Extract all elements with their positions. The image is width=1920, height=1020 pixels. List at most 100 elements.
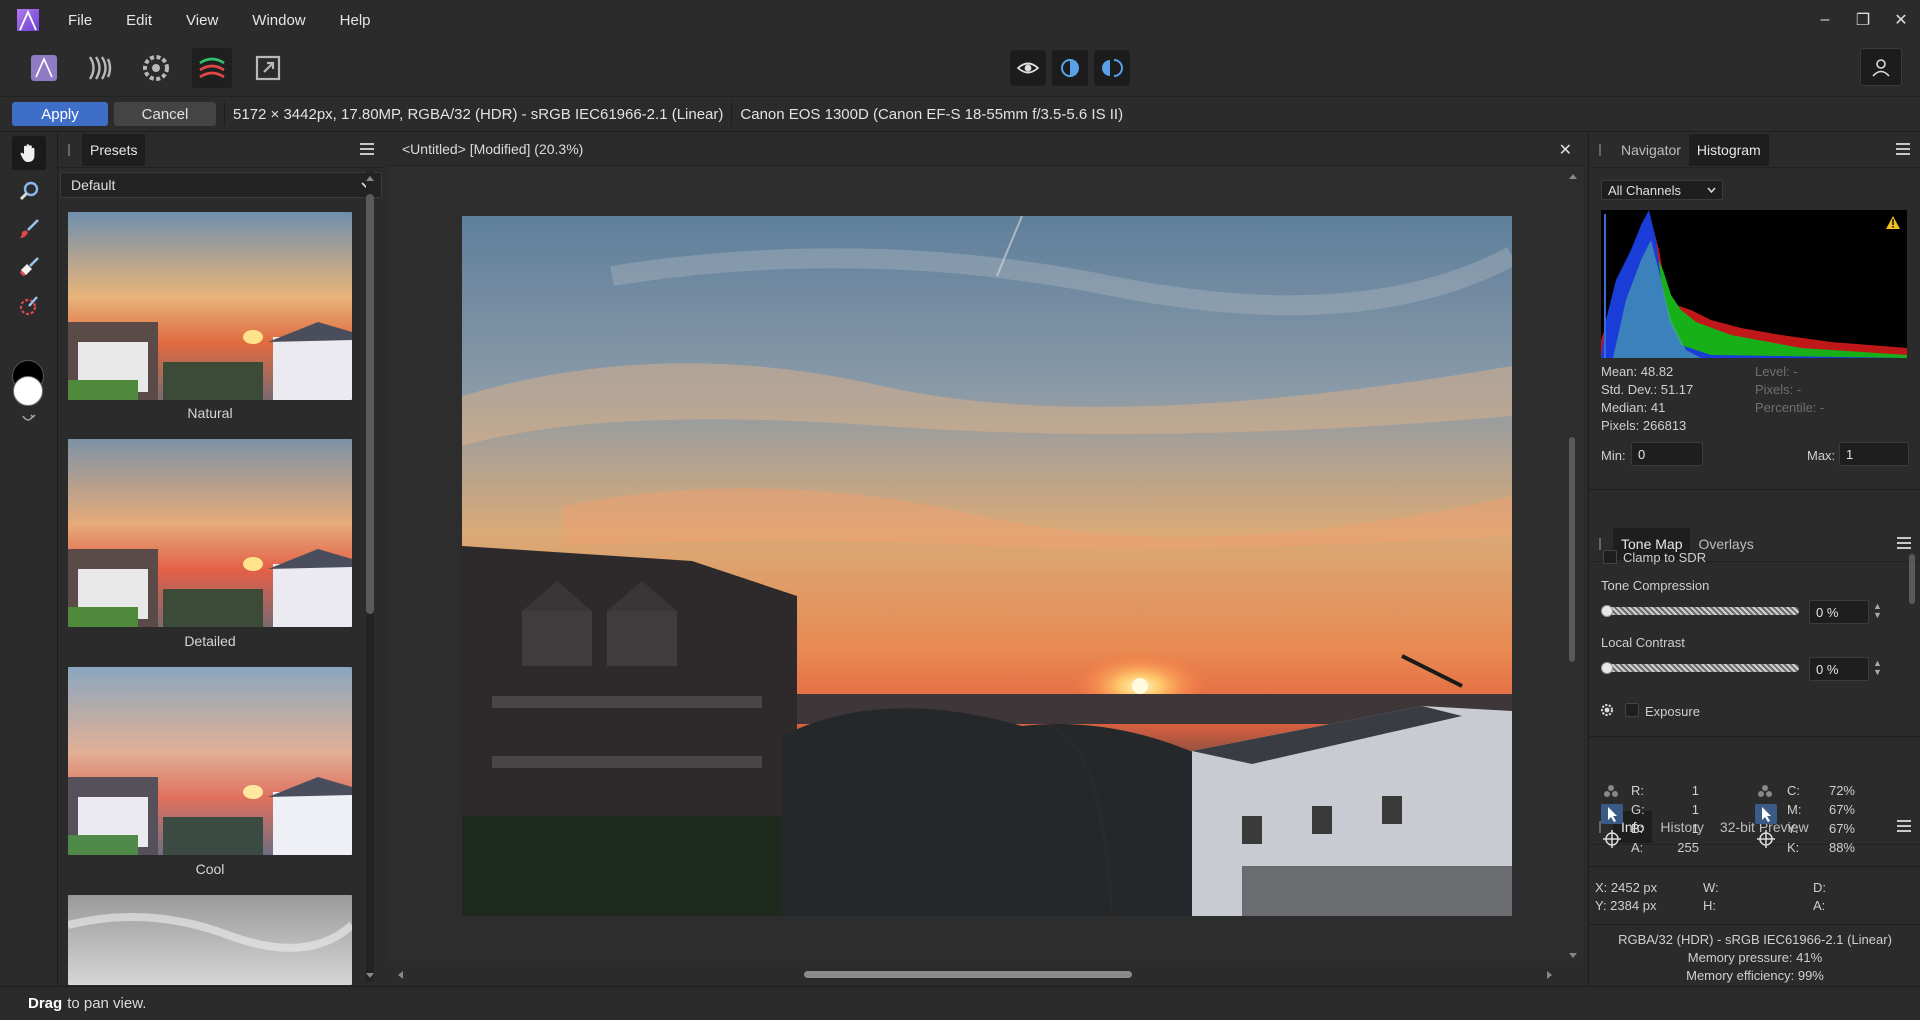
scrollbar-thumb[interactable] [1569, 437, 1575, 662]
paint-brush-tool[interactable] [12, 212, 46, 246]
scroll-down-icon[interactable] [365, 972, 375, 980]
split-view-button[interactable] [1052, 50, 1088, 86]
menu-file[interactable]: File [68, 12, 92, 29]
local-contrast-field[interactable]: 0 % [1809, 657, 1869, 681]
local-contrast-value: 0 % [1816, 661, 1839, 677]
panel-menu-icon[interactable] [360, 143, 374, 155]
menu-view[interactable]: View [186, 12, 218, 29]
max-field[interactable]: 1 [1839, 442, 1909, 466]
stepper-icon[interactable]: ▲ ▼ [1873, 659, 1882, 677]
panel-divider [1589, 489, 1920, 490]
preview-button[interactable] [1010, 50, 1046, 86]
scroll-up-icon[interactable] [1568, 172, 1578, 180]
pos-a: A: [1813, 898, 1826, 913]
cancel-button[interactable]: Cancel [114, 102, 216, 126]
tone-mapping-persona-icon [199, 57, 225, 79]
restore-button[interactable]: ❐ [1844, 0, 1882, 40]
affinity-photo-logo[interactable] [14, 6, 42, 34]
tab-presets[interactable]: Presets [82, 133, 146, 166]
panel-menu-icon[interactable] [1897, 820, 1911, 832]
selection-brush-tool[interactable] [12, 288, 46, 322]
memory-efficiency: Memory efficiency: 99% [1686, 968, 1824, 983]
color-mode-icon[interactable] [1603, 784, 1619, 798]
stat-level: Level: - [1755, 364, 1798, 379]
zoom-tool[interactable] [12, 174, 46, 208]
document-tab[interactable]: <Untitled> [Modified] (20.3%) ✕ [386, 132, 1584, 166]
crosshair-icon[interactable] [1757, 830, 1775, 848]
primary-color-swatch[interactable] [13, 376, 43, 406]
scroll-right-icon[interactable] [1546, 970, 1554, 980]
account-button[interactable] [1860, 48, 1902, 86]
preset-category-value: Default [71, 177, 116, 193]
menu-help[interactable]: Help [340, 12, 371, 29]
preset-thumbnail-detailed[interactable] [68, 439, 352, 627]
histogram-tabbar: Navigator Histogram [1589, 132, 1920, 168]
menu-window[interactable]: Window [252, 12, 305, 29]
export-persona-button[interactable] [248, 48, 288, 88]
menu-edit[interactable]: Edit [126, 12, 152, 29]
presets-scrollbar[interactable] [366, 172, 374, 982]
scroll-down-icon[interactable] [1568, 952, 1578, 960]
photo-canvas[interactable] [462, 216, 1512, 916]
histogram [1601, 210, 1907, 358]
swap-colors-icon[interactable] [20, 412, 36, 424]
tab-navigator[interactable]: Navigator [1613, 134, 1689, 166]
local-contrast-slider[interactable] [1607, 664, 1799, 672]
channel-dropdown[interactable]: All Channels [1601, 180, 1723, 200]
window-controls: – ❐ ✕ [1806, 0, 1920, 40]
camera-info: Canon EOS 1300D (Canon EF-S 18-55mm f/3.… [740, 105, 1124, 123]
document-vertical-scrollbar[interactable] [1568, 172, 1576, 952]
k-label: K: [1787, 840, 1800, 855]
preset-thumbnail-cool[interactable] [68, 667, 352, 855]
separator [731, 102, 733, 126]
channel-value: All Channels [1608, 183, 1681, 198]
close-window-button[interactable]: ✕ [1882, 0, 1920, 40]
crosshair-icon[interactable] [1603, 830, 1621, 848]
photo-persona-button[interactable] [24, 48, 64, 88]
scroll-up-icon[interactable] [365, 174, 375, 182]
tone-mapping-persona-button[interactable] [192, 48, 232, 88]
status-hint-bold: Drag [28, 995, 63, 1012]
tone-compression-field[interactable]: 0 % [1809, 600, 1869, 624]
tone-compression-slider[interactable] [1607, 607, 1799, 615]
liquify-persona-icon [88, 56, 112, 80]
scroll-left-icon[interactable] [396, 970, 404, 980]
pos-y: Y: 2384 px [1595, 898, 1657, 913]
mirror-view-button[interactable] [1094, 50, 1130, 86]
tab-histogram[interactable]: Histogram [1688, 133, 1769, 166]
preset-image [68, 895, 352, 985]
exposure-gear-icon[interactable] [1599, 702, 1615, 718]
apply-button[interactable]: Apply [12, 102, 108, 126]
liquify-persona-button[interactable] [80, 48, 120, 88]
close-document-icon[interactable]: ✕ [1559, 140, 1572, 160]
panel-grip[interactable] [1599, 143, 1601, 156]
erase-brush-tool[interactable] [12, 250, 46, 284]
preset-thumbnail[interactable] [68, 895, 352, 985]
preset-thumbnail-natural[interactable] [68, 212, 352, 400]
color-mode-icon[interactable] [1757, 784, 1773, 798]
tonemap-scrollbar[interactable] [1909, 532, 1915, 712]
panel-grip[interactable] [68, 143, 70, 156]
clamp-to-sdr-checkbox[interactable] [1603, 550, 1617, 564]
panel-divider [1589, 924, 1920, 925]
scrollbar-thumb[interactable] [366, 194, 374, 614]
minimize-button[interactable]: – [1806, 0, 1844, 40]
scrollbar-thumb[interactable] [804, 971, 1132, 978]
panel-menu-icon[interactable] [1896, 143, 1910, 155]
histogram-graph[interactable] [1601, 210, 1907, 358]
pointer-source-button[interactable] [1755, 804, 1777, 824]
preset-category-dropdown[interactable]: Default [60, 172, 382, 198]
local-contrast-knob[interactable] [1601, 662, 1613, 674]
document-horizontal-scrollbar[interactable] [386, 962, 1584, 986]
preset-image [68, 439, 352, 627]
stepper-icon[interactable]: ▲ ▼ [1873, 602, 1882, 620]
scrollbar-thumb[interactable] [1909, 554, 1915, 604]
view-tool[interactable] [12, 136, 46, 170]
exposure-checkbox[interactable] [1625, 703, 1639, 717]
pointer-source-button[interactable] [1601, 804, 1623, 824]
panel-grip[interactable] [1599, 537, 1601, 550]
tone-compression-knob[interactable] [1601, 605, 1613, 617]
m-value: 67% [1828, 802, 1855, 817]
min-field[interactable]: 0 [1631, 442, 1703, 466]
develop-persona-button[interactable] [136, 48, 176, 88]
